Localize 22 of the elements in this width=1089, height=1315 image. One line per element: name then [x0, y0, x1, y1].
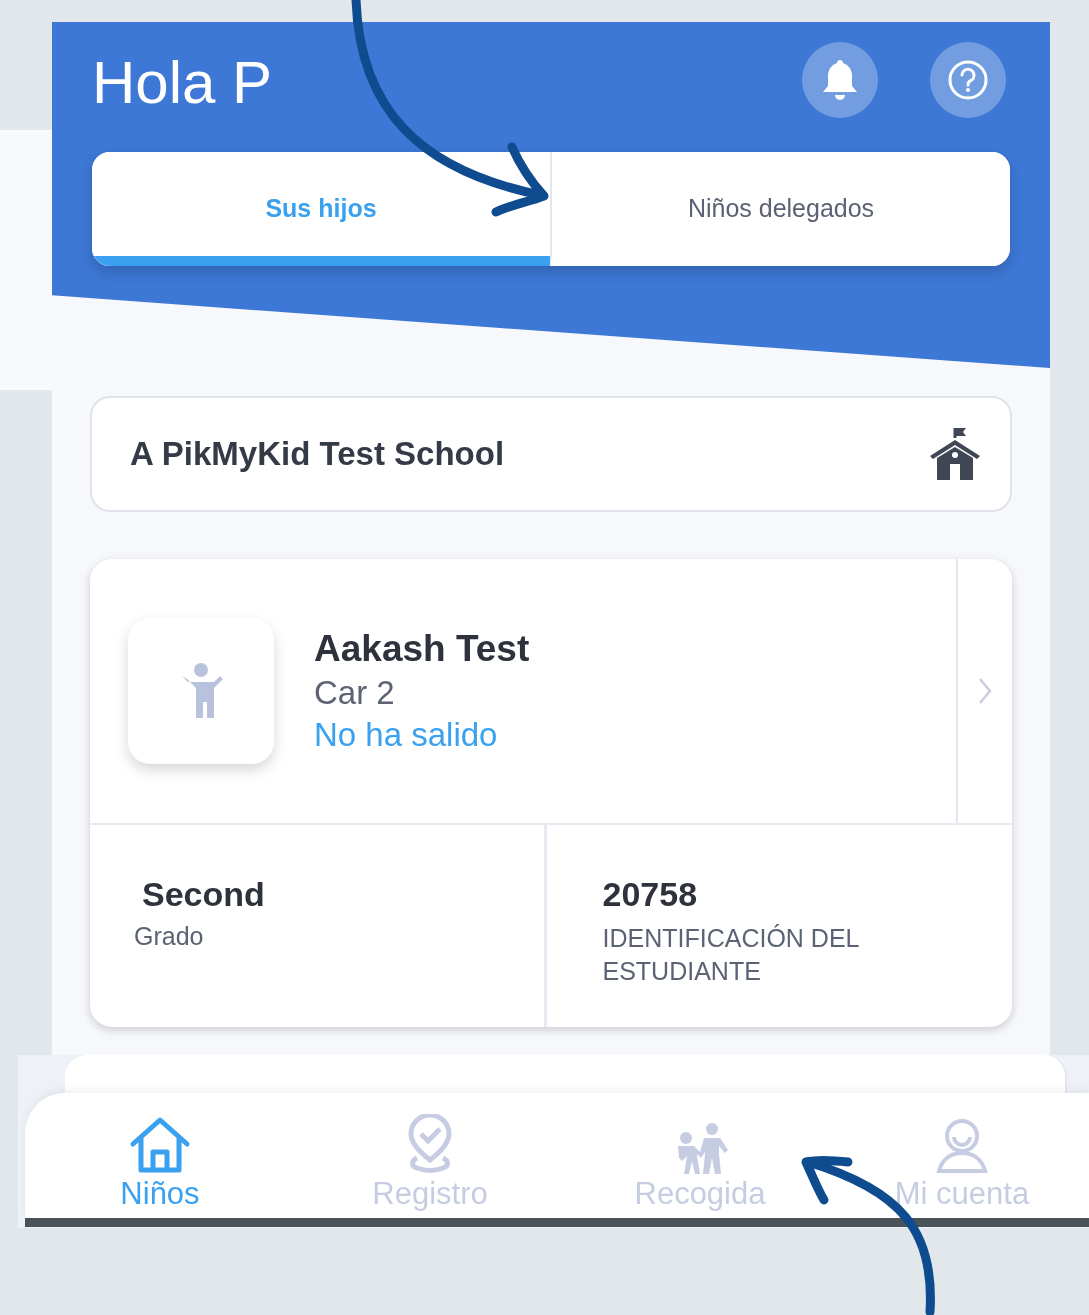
help-icon [947, 59, 989, 101]
tab[interactable]: Sus hijos [92, 152, 550, 266]
student-name: Aakash Test [314, 628, 531, 670]
nav-tab[interactable]: Registro [295, 1093, 565, 1218]
greeting: Hola P [92, 47, 273, 117]
nav-tab[interactable]: Mi cuenta [835, 1093, 1089, 1218]
home-icon [129, 1116, 191, 1174]
student-id: 20758 [602, 875, 699, 914]
nav-tab[interactable]: Recogida [565, 1093, 835, 1218]
car-number: Car 2 [314, 674, 396, 712]
grade-label: Grado [134, 922, 205, 951]
user-icon [934, 1116, 990, 1174]
tab[interactable]: Niños delegados [550, 152, 1010, 266]
chevron-right-icon [977, 676, 993, 706]
pickup-status: No ha salido [314, 716, 499, 754]
school-name: A PikMyKid Test School [130, 435, 505, 473]
nav-tab[interactable]: Niños [25, 1093, 295, 1218]
grade-value: Second [142, 875, 266, 914]
school-icon [928, 426, 982, 482]
bell-icon [820, 58, 860, 102]
school-card[interactable]: A PikMyKid Test School [90, 396, 1012, 512]
student-id-label: IDENTIFICACIÓN DEL ESTUDIANTE [602, 923, 860, 987]
